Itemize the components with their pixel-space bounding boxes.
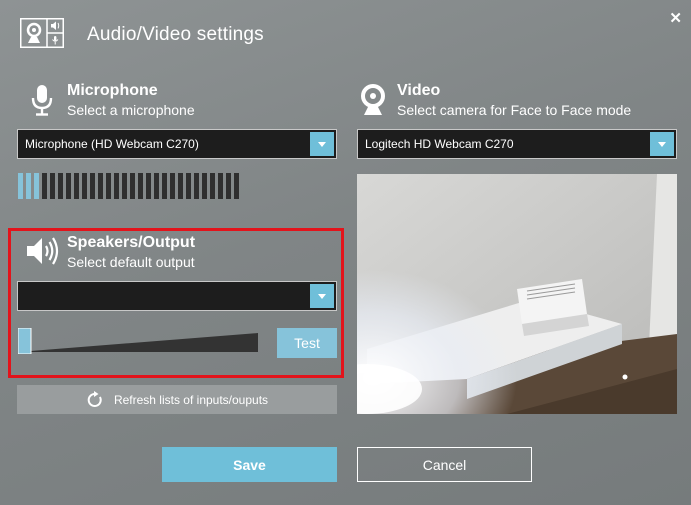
speakers-title: Speakers/Output: [67, 234, 196, 251]
chevron-down-icon[interactable]: [310, 284, 334, 308]
microphone-select[interactable]: Microphone (HD Webcam C270): [17, 129, 337, 159]
level-meter-segment: [34, 173, 39, 199]
audio-video-settings-icon: [20, 18, 64, 48]
level-meter-segment: [114, 173, 119, 199]
level-meter-segment: [90, 173, 95, 199]
chevron-down-icon[interactable]: [650, 132, 674, 156]
refresh-button[interactable]: Refresh lists of inputs/ouputs: [17, 385, 337, 414]
microphone-title: Microphone: [67, 82, 158, 99]
microphone-level-meter: [18, 173, 239, 199]
refresh-button-label: Refresh lists of inputs/ouputs: [113, 392, 269, 407]
level-meter-segment: [66, 173, 71, 199]
chevron-down-icon[interactable]: [310, 132, 334, 156]
level-meter-segment: [130, 173, 135, 199]
level-meter-segment: [162, 173, 167, 199]
level-meter-segment: [26, 173, 31, 199]
level-meter-segment: [138, 173, 143, 199]
level-meter-segment: [154, 173, 159, 199]
volume-slider[interactable]: [18, 328, 258, 354]
camera-preview: [357, 174, 677, 414]
video-subtitle: Select camera for Face to Face mode: [397, 102, 632, 118]
level-meter-segment: [122, 173, 127, 199]
level-meter-segment: [218, 173, 223, 199]
camera-select[interactable]: Logitech HD Webcam C270: [357, 129, 677, 159]
level-meter-segment: [106, 173, 111, 199]
level-meter-segment: [186, 173, 191, 199]
speakers-subtitle: Select default output: [67, 254, 195, 270]
level-meter-segment: [194, 173, 199, 199]
level-meter-segment: [146, 173, 151, 199]
level-meter-segment: [98, 173, 103, 199]
level-meter-segment: [74, 173, 79, 199]
refresh-icon: [87, 390, 102, 407]
dialog-title: Audio/Video settings: [87, 24, 264, 45]
close-icon[interactable]: ✕: [669, 11, 682, 26]
level-meter-segment: [82, 173, 87, 199]
cancel-button[interactable]: Cancel: [357, 447, 532, 482]
level-meter-segment: [58, 173, 63, 199]
camera-select-value: Logitech HD Webcam C270: [365, 137, 514, 151]
volume-slider-handle[interactable]: [18, 328, 32, 354]
speaker-icon: [27, 237, 59, 265]
level-meter-segment: [42, 173, 47, 199]
video-title: Video: [397, 82, 441, 99]
level-meter-segment: [170, 173, 175, 199]
level-meter-segment: [18, 173, 23, 199]
level-meter-segment: [234, 173, 239, 199]
level-meter-segment: [210, 173, 215, 199]
level-meter-segment: [202, 173, 207, 199]
test-button[interactable]: Test: [277, 328, 337, 358]
level-meter-segment: [178, 173, 183, 199]
speakers-select[interactable]: [17, 281, 337, 311]
level-meter-segment: [50, 173, 55, 199]
save-button[interactable]: Save: [162, 447, 337, 482]
webcam-icon: [361, 84, 385, 115]
microphone-subtitle: Select a microphone: [67, 102, 195, 118]
level-meter-segment: [226, 173, 231, 199]
microphone-icon: [31, 85, 53, 116]
microphone-select-value: Microphone (HD Webcam C270): [25, 137, 199, 151]
